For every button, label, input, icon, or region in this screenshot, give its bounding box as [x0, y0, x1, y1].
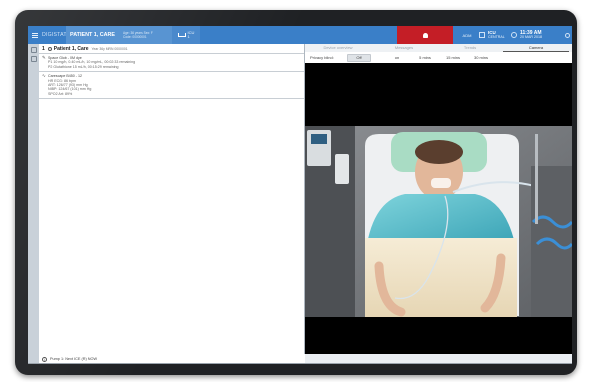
- clock-icon: [511, 32, 517, 38]
- patient-tab[interactable]: PATIENT 1, CARE Age: 36 years Sex: F Cod…: [66, 26, 172, 44]
- screen: DIGISTAT PATIENT 1, CARE Age: 36 years S…: [28, 26, 572, 364]
- patient-name: PATIENT 1, CARE: [70, 32, 116, 38]
- bed-icon: [177, 33, 186, 37]
- clock: 11:39 AM 20 MAR 2018: [511, 26, 561, 44]
- privacy-option-15-mins[interactable]: 15 mins: [439, 55, 467, 60]
- tab-bar: Device overview Messages Trends Camera: [305, 44, 572, 52]
- pen-icon: [47, 46, 52, 51]
- tab-camera[interactable]: Camera: [503, 44, 569, 52]
- alarm-button[interactable]: [397, 26, 453, 44]
- patient-header[interactable]: 1 Patient 1, Care Year 36y MRN 0000001: [39, 44, 304, 53]
- rail-list-icon[interactable]: [30, 56, 37, 62]
- pump-line-2: P2 Glutathione 15 mL/h, 00:15:29 remaini…: [48, 64, 119, 69]
- bell-icon: [422, 32, 428, 38]
- patient-meta-2: Code: 00000001: [123, 35, 147, 39]
- tab-device-overview[interactable]: Device overview: [305, 44, 371, 52]
- rail-patient-icon[interactable]: [30, 47, 37, 53]
- unit-selector[interactable]: ICU CENTRAL: [479, 26, 509, 44]
- admin-label: ADM: [462, 32, 472, 38]
- privacy-label: Privacy blind:: [310, 55, 334, 60]
- notification-text: Pump 1: Next ICE (R) NOW: [50, 357, 98, 361]
- privacy-option-on[interactable]: on: [383, 55, 411, 60]
- patient-header-name: Patient 1, Care: [53, 45, 89, 52]
- user-icon[interactable]: [562, 26, 572, 44]
- monitor-spo2: SPO2 Art: 89%: [48, 91, 73, 96]
- tab-messages[interactable]: Messages: [371, 44, 437, 52]
- monitor-title: Carescape B450 - 12: [48, 74, 82, 79]
- top-bar: DIGISTAT PATIENT 1, CARE Age: 36 years S…: [28, 26, 572, 44]
- app-name: DIGISTAT: [42, 32, 67, 38]
- menu-icon[interactable]: [30, 26, 40, 44]
- monitor-art: ART: 126/77 (93) mm Hg: [48, 83, 88, 88]
- device-panel: Device overview Messages Trends Camera P…: [305, 44, 572, 364]
- patient-panel: 1 Patient 1, Care Year 36y MRN 0000001 ✎…: [39, 44, 307, 364]
- bed-number: 1: [187, 34, 190, 39]
- privacy-blind-bar: Privacy blind: Off on 5 mins 15 mins 30 …: [305, 52, 572, 63]
- info-icon: i: [42, 356, 47, 362]
- pump-line-1: P1 10 mg/h, 0.40 mL/h, 10 mg/mL, 00:02:3…: [48, 60, 136, 65]
- privacy-option-off[interactable]: Off: [347, 53, 371, 62]
- pump-block[interactable]: ✎ Space Glob - 0M dye P1 10 mg/h, 0.40 m…: [39, 53, 304, 71]
- clock-date: 20 MAR 2018: [520, 35, 542, 39]
- patient-meta: Age: 36 years Sex: F Code: 00000001: [123, 31, 153, 39]
- patient-number: 1: [42, 45, 45, 52]
- tab-trends[interactable]: Trends: [437, 44, 503, 52]
- monitor-block[interactable]: ∿ Carescape B450 - 12 HR ECG: 86 bpm ART…: [39, 71, 304, 100]
- admin-button[interactable]: ADM: [455, 26, 479, 44]
- unit-sub: CENTRAL: [488, 35, 505, 39]
- privacy-option-5-mins[interactable]: 5 mins: [411, 55, 439, 60]
- bottom-border: [28, 363, 572, 364]
- privacy-option-30-mins[interactable]: 30 mins: [467, 55, 495, 60]
- camera-feed: [305, 126, 572, 317]
- patient-header-sub: Year 36y MRN 0000001: [91, 46, 128, 51]
- pump-title: Space Glob - 0M dye: [48, 56, 82, 60]
- camera-image: [305, 126, 572, 317]
- unit-icon: [479, 32, 485, 38]
- monitor-nibp: NIBP: 124/67 (101) mm Hg: [48, 87, 92, 92]
- bed-tab[interactable]: ICU 1: [172, 26, 200, 44]
- monitor-hr: HR ECG: 86 bpm: [48, 78, 76, 83]
